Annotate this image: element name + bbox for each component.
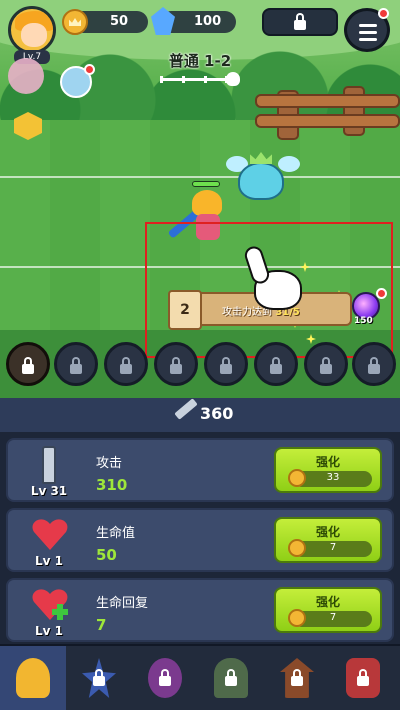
skill-slot-7[interactable] <box>304 342 348 386</box>
skill-slot-5[interactable] <box>204 342 248 386</box>
skill-slot-6[interactable] <box>254 342 298 386</box>
lock-icon <box>368 357 380 374</box>
crown-icon <box>250 152 272 164</box>
attack-stat-icon: Lv 31 <box>18 444 80 498</box>
nav-tab-shop[interactable] <box>330 646 396 710</box>
health-value: 50 <box>96 546 117 564</box>
upgrade-card-attack: Lv 31 攻击 310 强化 33 <box>6 438 394 502</box>
upgrade-card-health: Lv 1 生命值 50 强化 7 <box>6 508 394 572</box>
plus-icon <box>52 604 68 620</box>
upgrade-regen-button[interactable]: 强化 7 <box>274 587 382 633</box>
lock-icon <box>225 669 237 686</box>
gem-count: 100 <box>194 14 222 29</box>
lock-icon <box>159 669 171 686</box>
helmet-icon <box>16 658 50 698</box>
regen-stat-icon: Lv 1 <box>18 584 80 638</box>
crown-count: 50 <box>110 14 129 29</box>
upgrade-cost: 33 <box>288 469 372 487</box>
notification-dot <box>378 8 389 19</box>
lock-icon <box>22 357 34 374</box>
regen-value: 7 <box>96 616 107 634</box>
bottom-navigation <box>0 644 400 710</box>
skill-slot-8[interactable] <box>352 342 396 386</box>
lock-icon <box>170 357 182 374</box>
lock-icon <box>291 669 303 686</box>
hero-hp-bar <box>192 181 220 187</box>
attack-value: 310 <box>96 476 128 494</box>
lock-icon <box>70 357 82 374</box>
stage-progress <box>160 76 228 83</box>
combat-power-value: 360 <box>200 404 234 423</box>
upgrade-button-label: 强化 <box>315 595 340 609</box>
skill-slot-1[interactable] <box>6 342 50 386</box>
wooden-fence <box>255 80 400 140</box>
health-cost: 7 <box>329 542 337 553</box>
nav-tab-hero[interactable] <box>0 646 66 710</box>
nav-tab-tower[interactable] <box>264 646 330 710</box>
health-label: 生命值 <box>96 526 136 541</box>
skill-slot-3[interactable] <box>104 342 148 386</box>
lock-icon <box>270 357 282 374</box>
lock-icon <box>320 357 332 374</box>
upgrade-cost: 7 <box>288 539 372 557</box>
skill-slot-4[interactable] <box>154 342 198 386</box>
stage-title: 普通 1-2 <box>168 52 232 70</box>
slime-king-enemy <box>226 152 300 200</box>
crown-coin-icon <box>62 9 88 35</box>
player-avatar[interactable] <box>8 6 56 54</box>
upgrade-card-regen: Lv 1 生命回复 7 强化 7 <box>6 578 394 642</box>
notification-dot <box>84 64 95 75</box>
lock-icon <box>120 357 132 374</box>
nav-tab-skills[interactable] <box>66 646 132 710</box>
regen-cost: 7 <box>329 612 337 623</box>
skill-slot-2[interactable] <box>54 342 98 386</box>
upgrade-health-button[interactable]: 强化 7 <box>274 517 382 563</box>
heart-icon <box>32 518 68 550</box>
attack-cost: 33 <box>326 472 340 483</box>
nav-tab-pets[interactable] <box>132 646 198 710</box>
lock-icon <box>220 357 232 374</box>
skull-icon <box>226 72 240 86</box>
health-level: Lv 1 <box>35 554 63 568</box>
upgrade-button-label: 强化 <box>315 455 340 469</box>
nav-tab-dungeon[interactable] <box>198 646 264 710</box>
upgrade-cost: 7 <box>288 609 372 627</box>
tutorial-highlight-frame <box>145 222 393 358</box>
upgrade-button-label: 强化 <box>315 525 340 539</box>
regen-label: 生命回复 <box>96 596 149 611</box>
attack-label: 攻击 <box>96 456 123 471</box>
regen-level: Lv 1 <box>35 624 63 638</box>
lock-icon <box>93 669 105 686</box>
lock-icon <box>294 13 306 30</box>
lane-line <box>0 176 400 178</box>
lock-icon <box>357 669 369 686</box>
sword-icon <box>42 446 56 484</box>
pet-icon[interactable] <box>8 58 44 94</box>
health-stat-icon: Lv 1 <box>18 514 80 568</box>
attack-level: Lv 31 <box>30 484 68 498</box>
upgrade-attack-button[interactable]: 强化 33 <box>274 447 382 493</box>
locked-feature-button[interactable] <box>262 8 338 36</box>
